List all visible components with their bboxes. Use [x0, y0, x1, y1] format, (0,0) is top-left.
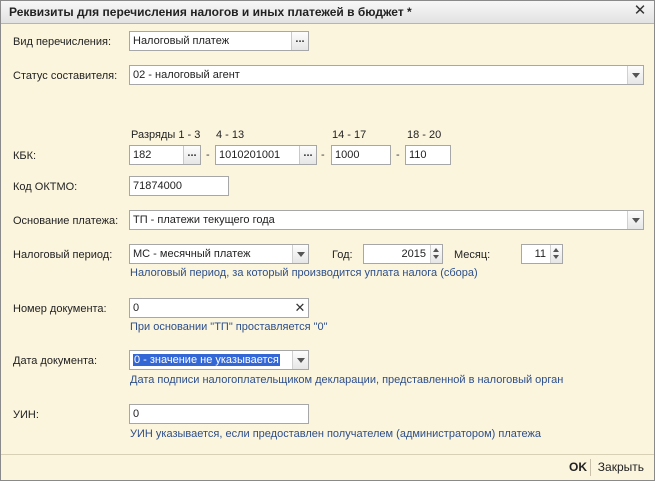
spin-icon[interactable]: [430, 245, 442, 263]
kbk-separator-2: -: [321, 149, 325, 161]
document-number-hint: При основании "ТП" проставляется "0": [130, 321, 328, 333]
payment-basis-value: ТП - платежи текущего года: [133, 214, 275, 226]
oktmo-label: Код ОКТМО:: [13, 181, 78, 193]
kbk-header-4-13: 4 - 13: [216, 129, 245, 141]
document-date-value: 0 - значение не указывается: [133, 354, 280, 366]
chevron-down-icon[interactable]: [292, 351, 308, 369]
payment-basis-label: Основание платежа:: [13, 215, 119, 227]
kbk-part4-field[interactable]: 110: [405, 145, 451, 165]
oktmo-field[interactable]: 71874000: [129, 176, 229, 196]
document-number-label: Номер документа:: [13, 303, 107, 315]
kbk-part4-value: 110: [409, 149, 427, 161]
compiler-status-field[interactable]: 02 - налоговый агент: [129, 65, 644, 85]
compiler-status-label: Статус составителя:: [13, 70, 118, 82]
month-value: 11: [534, 248, 546, 260]
kbk-separator-3: -: [396, 149, 400, 161]
year-value: 2015: [401, 248, 426, 260]
kbk-label: КБК:: [13, 150, 37, 162]
document-date-field[interactable]: 0 - значение не указывается: [129, 350, 309, 370]
uin-value: 0: [133, 408, 140, 420]
transfer-type-value: Налоговый платеж: [133, 35, 230, 47]
oktmo-value: 71874000: [133, 180, 182, 192]
kbk-header-14-17: 14 - 17: [332, 129, 367, 141]
tax-period-field[interactable]: МС - месячный платеж: [129, 244, 309, 264]
document-date-label: Дата документа:: [13, 355, 98, 367]
tax-period-value: МС - месячный платеж: [133, 248, 251, 260]
title-bar: Реквизиты для перечисления налогов и ины…: [1, 1, 654, 24]
document-number-value: 0: [133, 302, 140, 314]
kbk-part1-field[interactable]: 182 ...: [129, 145, 201, 165]
chevron-down-icon[interactable]: [627, 211, 643, 229]
kbk-header-18-20: 18 - 20: [407, 129, 442, 141]
close-button[interactable]: Закрыть: [598, 460, 644, 474]
kbk-part3-value: 1000: [335, 149, 360, 161]
window-title: Реквизиты для перечисления налогов и ины…: [9, 5, 412, 19]
spin-icon[interactable]: [550, 245, 562, 263]
close-icon[interactable]: ✕: [632, 3, 648, 19]
kbk-part2-field[interactable]: 1010201001 ...: [215, 145, 317, 165]
month-field[interactable]: 11: [521, 244, 563, 264]
chevron-down-icon[interactable]: [627, 66, 643, 84]
kbk-select-button[interactable]: ...: [183, 146, 200, 164]
transfer-type-select-button[interactable]: ...: [291, 32, 308, 50]
compiler-status-value: 02 - налоговый агент: [133, 69, 240, 81]
ok-button[interactable]: OK: [569, 460, 587, 474]
kbk-header-1-3: Разряды 1 - 3: [131, 129, 201, 141]
transfer-type-field[interactable]: Налоговый платеж ...: [129, 31, 309, 51]
dialog-footer: OK Закрыть: [1, 454, 654, 480]
kbk-part2-value: 1010201001: [219, 149, 281, 161]
payment-basis-field[interactable]: ТП - платежи текущего года: [129, 210, 644, 230]
clear-icon[interactable]: ✕: [292, 299, 308, 317]
uin-hint: УИН указывается, если предоставлен получ…: [130, 428, 542, 440]
year-field[interactable]: 2015: [363, 244, 443, 264]
document-date-hint: Дата подписи налогоплательщиком декларац…: [130, 374, 564, 386]
month-label: Месяц:: [454, 249, 491, 261]
year-label: Год:: [332, 249, 353, 261]
document-number-field[interactable]: 0 ✕: [129, 298, 309, 318]
transfer-type-label: Вид перечисления:: [13, 36, 112, 48]
tax-period-label: Налоговый период:: [13, 249, 113, 261]
footer-divider: [590, 459, 591, 476]
kbk-separator-1: -: [206, 149, 210, 161]
uin-field[interactable]: 0: [129, 404, 309, 424]
kbk-part1-value: 182: [133, 149, 152, 161]
dialog-window: Реквизиты для перечисления налогов и ины…: [0, 0, 655, 481]
kbk-part3-field[interactable]: 1000: [331, 145, 391, 165]
kbk-part2-select-button[interactable]: ...: [299, 146, 316, 164]
tax-period-hint: Налоговый период, за который производитс…: [130, 267, 478, 279]
chevron-down-icon[interactable]: [292, 245, 308, 263]
uin-label: УИН:: [13, 409, 39, 421]
